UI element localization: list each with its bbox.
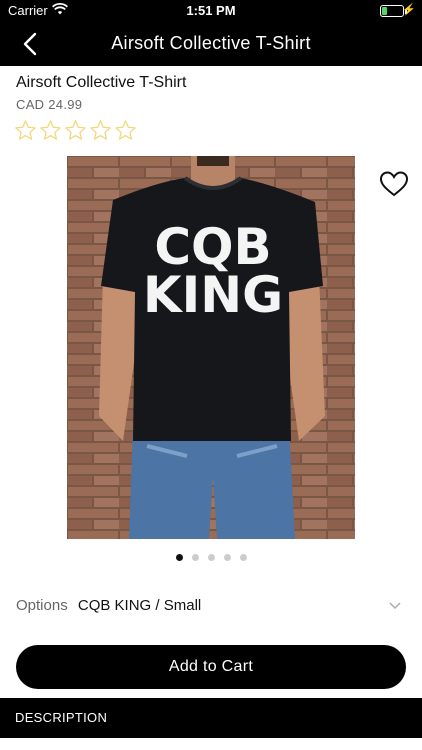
navigation-bar: Airsoft Collective T-Shirt bbox=[0, 22, 422, 66]
description-header[interactable]: DESCRIPTION bbox=[0, 698, 422, 738]
star-icon[interactable] bbox=[39, 119, 62, 142]
carousel-dot[interactable] bbox=[207, 554, 215, 561]
shirt-print-line2: KING bbox=[143, 266, 283, 324]
rating-stars[interactable] bbox=[14, 119, 137, 143]
product-image[interactable]: CQB KING bbox=[67, 156, 355, 539]
options-value: CQB KING / Small bbox=[77, 597, 202, 614]
chevron-down-icon[interactable] bbox=[388, 601, 402, 611]
battery-level bbox=[382, 7, 387, 15]
carousel-dot[interactable] bbox=[191, 554, 199, 561]
status-bar: Carrier 1:51 PM ⚡ bbox=[0, 0, 422, 22]
favorite-heart-icon[interactable] bbox=[379, 170, 409, 198]
product-name: Airsoft Collective T-Shirt bbox=[16, 74, 187, 91]
battery-icon bbox=[380, 5, 407, 17]
carousel-dot[interactable] bbox=[239, 554, 247, 561]
add-to-cart-button[interactable]: Add to Cart bbox=[16, 645, 406, 689]
charging-bolt-icon: ⚡ bbox=[402, 4, 416, 16]
options-label: Options bbox=[16, 597, 68, 614]
options-row[interactable]: Options CQB KING / Small bbox=[16, 597, 201, 614]
star-icon[interactable] bbox=[64, 119, 87, 142]
star-icon[interactable] bbox=[114, 119, 137, 142]
star-icon[interactable] bbox=[89, 119, 112, 142]
nav-title: Airsoft Collective T-Shirt bbox=[111, 33, 311, 53]
product-price: CAD 24.99 bbox=[16, 97, 83, 112]
carousel-dot[interactable] bbox=[175, 554, 183, 561]
carousel-dot[interactable] bbox=[223, 554, 231, 561]
star-icon[interactable] bbox=[14, 119, 37, 142]
carousel-page-indicator[interactable] bbox=[0, 554, 422, 561]
clock: 1:51 PM bbox=[186, 3, 236, 18]
product-photo: CQB KING bbox=[67, 156, 355, 539]
